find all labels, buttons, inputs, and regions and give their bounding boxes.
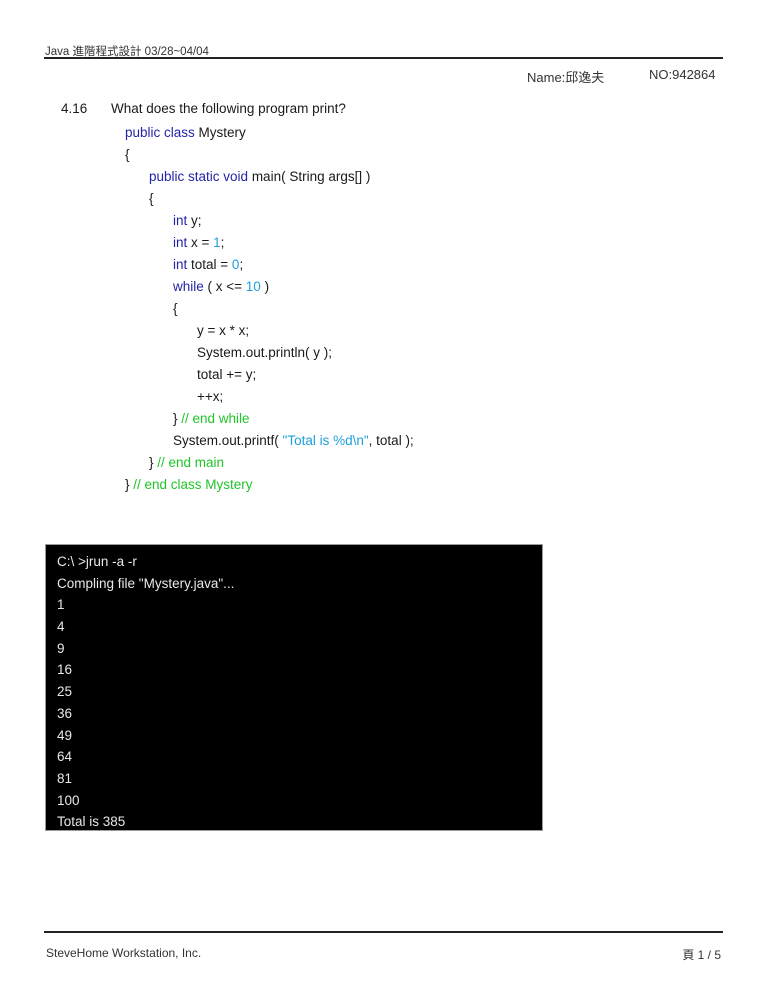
console-line: 49	[57, 727, 73, 743]
console-line: Total is 385	[57, 814, 126, 830]
code-line: } // end main	[0, 452, 414, 474]
code-line: ++x;	[0, 386, 414, 408]
code-line: } // end class Mystery	[0, 474, 414, 496]
code-literal: "Total is %d\n"	[282, 433, 369, 448]
console-line: 4	[57, 619, 65, 635]
code-text: ++x;	[197, 389, 224, 404]
student-name: Name:邱逸夫	[527, 70, 605, 85]
console-line: 100	[57, 792, 80, 808]
code-line: System.out.println( y );	[0, 342, 414, 364]
question-prompt: What does the following program print?	[111, 101, 346, 116]
code-keyword: int	[173, 257, 188, 272]
code-keyword: while	[173, 279, 204, 294]
code-listing: public class Mystery { public static void …	[0, 122, 414, 496]
code-text: ;	[220, 235, 225, 250]
code-text: System.out.printf(	[173, 433, 283, 448]
code-line: System.out.printf( "Total is %d\n", tota…	[0, 430, 414, 452]
console-line: 36	[57, 705, 73, 721]
console-line: 16	[57, 662, 73, 678]
code-literal: 1	[213, 235, 221, 250]
footer-divider	[44, 931, 723, 933]
code-text: Mystery	[194, 125, 246, 140]
code-text: y = x * x;	[197, 323, 250, 338]
code-line: total += y;	[0, 364, 414, 386]
console-line: C:\ >jrun -a -r	[57, 554, 137, 569]
student-number: NO:942864	[649, 67, 716, 82]
console-output: C:\ >jrun -a -r Compling file "Mystery.ja…	[46, 545, 542, 830]
code-literal: 10	[245, 279, 261, 294]
code-text: total =	[187, 257, 232, 272]
code-keyword: int	[173, 213, 188, 228]
code-keyword: public class	[125, 125, 195, 140]
code-line: y = x * x;	[0, 320, 414, 342]
question-number: 4.16	[61, 101, 88, 116]
code-keyword: public static void	[149, 169, 249, 184]
code-line: public static void main( String args[] )	[0, 166, 414, 188]
code-text: ( x <=	[203, 279, 246, 294]
code-line: {	[0, 144, 414, 166]
code-comment: // end main	[157, 455, 225, 470]
console-line: 9	[57, 640, 65, 656]
console-line: 1	[57, 597, 65, 613]
code-text: ;	[239, 257, 244, 272]
footer-company: SteveHome Workstation, Inc.	[46, 946, 202, 960]
code-line: int x = 1;	[0, 232, 414, 254]
code-line: {	[0, 188, 414, 210]
code-keyword: int	[173, 235, 188, 250]
code-text: System.out.println( y );	[197, 345, 333, 360]
code-line: int y;	[0, 210, 414, 232]
code-text: x =	[187, 235, 214, 250]
code-text: )	[260, 279, 270, 294]
code-line: int total = 0;	[0, 254, 414, 276]
code-line: {	[0, 298, 414, 320]
code-text: main( String args[] )	[248, 169, 371, 184]
code-line: public class Mystery	[0, 122, 414, 144]
code-text: total += y;	[197, 367, 257, 382]
console-line: 25	[57, 684, 73, 700]
console-line: 64	[57, 749, 73, 765]
question: 4.16 What does the following program prin…	[61, 101, 346, 116]
console-line: Compling file "Mystery.java"...	[57, 575, 235, 591]
header-divider	[44, 57, 723, 59]
code-text: {	[125, 147, 130, 162]
code-text: , total );	[368, 433, 414, 448]
code-text: {	[173, 301, 178, 316]
code-comment: // end while	[181, 411, 250, 426]
console-line: 81	[57, 770, 73, 786]
code-line: } // end while	[0, 408, 414, 430]
code-comment: // end class Mystery	[133, 477, 253, 492]
code-line: while ( x <= 10 )	[0, 276, 414, 298]
code-text: y;	[187, 213, 202, 228]
page-indicator: 頁 1 / 5	[682, 948, 721, 962]
code-text: {	[149, 191, 154, 206]
